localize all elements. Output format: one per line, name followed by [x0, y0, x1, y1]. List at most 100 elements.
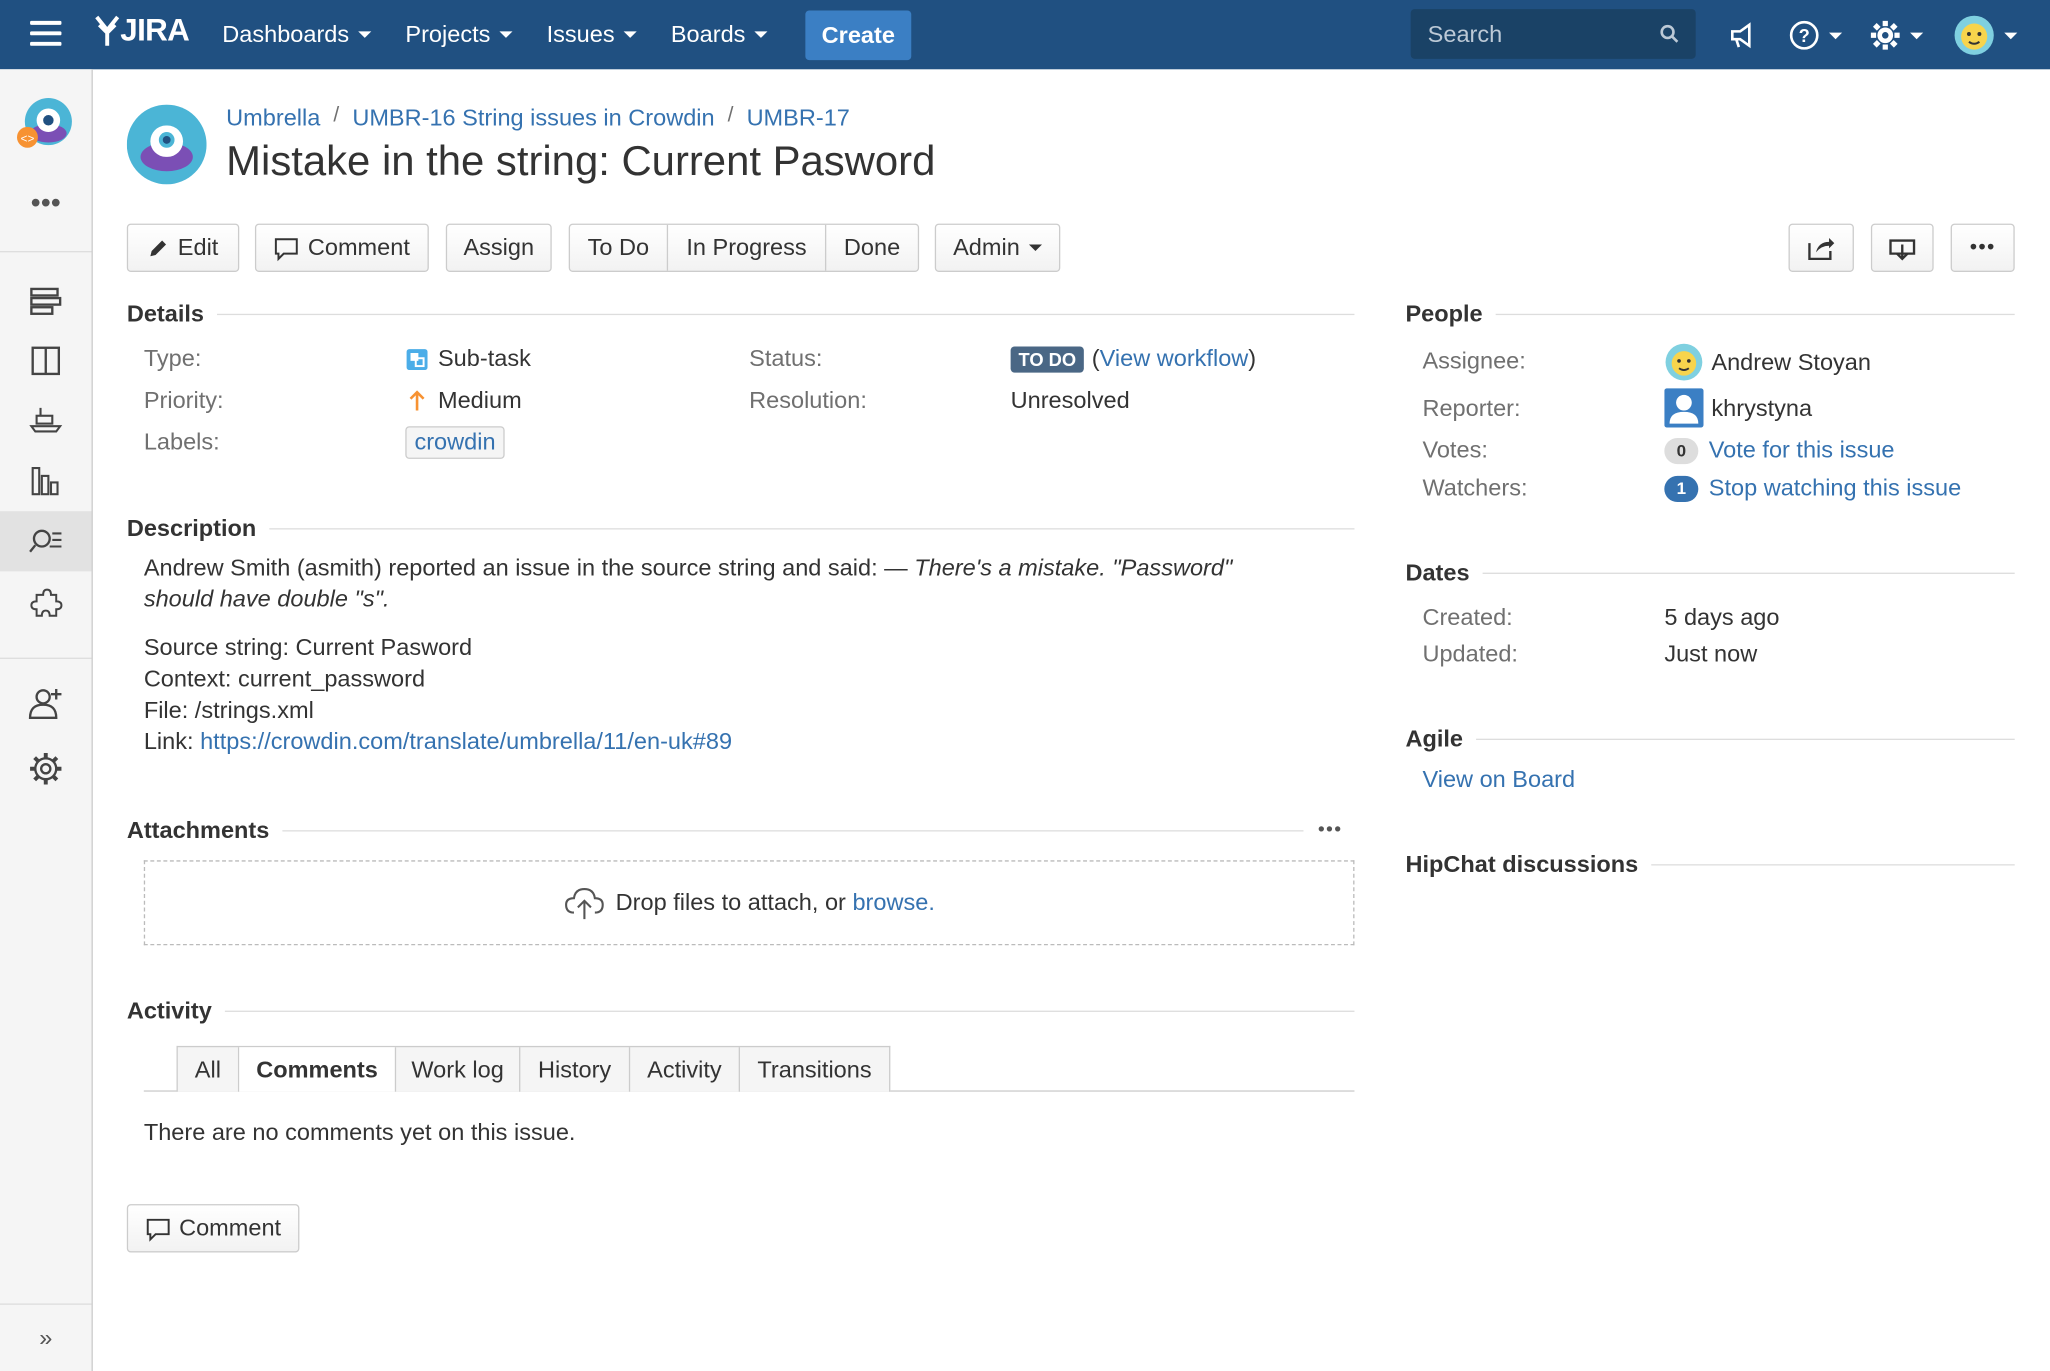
- menu-icon[interactable]: [30, 20, 62, 47]
- reporter-label: Reporter:: [1422, 394, 1521, 421]
- project-sidebar: <> ••• »: [0, 69, 93, 1371]
- tab-activity[interactable]: Activity: [630, 1047, 740, 1092]
- caret-down-icon: [499, 31, 513, 38]
- priority-value: Medium: [405, 387, 522, 414]
- search-input[interactable]: Search: [1410, 9, 1696, 59]
- hipchat-heading[interactable]: HipChat discussions: [1405, 851, 2015, 878]
- context: Context: current_password: [143, 665, 426, 692]
- more-icon[interactable]: •••: [0, 186, 92, 219]
- sidebar-item-reports[interactable]: [0, 459, 92, 503]
- settings-icon: [1870, 20, 1900, 50]
- sidebar-item-issues[interactable]: [0, 511, 92, 572]
- user-menu[interactable]: [1953, 10, 2018, 60]
- sidebar-project-avatar[interactable]: <>: [0, 93, 92, 156]
- vote-link[interactable]: Vote for this issue: [1709, 437, 1895, 464]
- add-ons-icon: [30, 588, 63, 617]
- edit-label: Edit: [177, 234, 219, 261]
- sidebar-item-add-ons[interactable]: [0, 582, 92, 626]
- sidebar-item-releases[interactable]: [0, 396, 92, 440]
- activity-heading[interactable]: Activity: [127, 998, 1355, 1025]
- description-text: Andrew Smith (asmith) reported an issue …: [143, 554, 915, 581]
- export-button[interactable]: [1870, 223, 1934, 272]
- expand-sidebar-icon[interactable]: »: [0, 1318, 92, 1357]
- created-label: Created:: [1422, 604, 1513, 631]
- more-icon: •••: [1969, 235, 1996, 259]
- section-title: Attachments: [126, 817, 270, 844]
- watchers-count: 1: [1664, 475, 1699, 502]
- view-on-board-link[interactable]: View on Board: [1422, 766, 1575, 793]
- attachments-heading[interactable]: Attachments: [127, 817, 1304, 844]
- avatar: [1664, 388, 1704, 428]
- details-heading[interactable]: Details: [127, 301, 1355, 328]
- labels-label: Labels:: [143, 428, 220, 455]
- assign-button[interactable]: Assign: [445, 223, 552, 272]
- tab-comments[interactable]: Comments: [239, 1047, 397, 1092]
- view-workflow-link[interactable]: View workflow: [1100, 345, 1249, 372]
- nav-dashboards[interactable]: Dashboards: [222, 21, 372, 48]
- create-button[interactable]: Create: [805, 10, 912, 61]
- label-tag[interactable]: crowdin: [405, 426, 505, 459]
- help-menu[interactable]: ?: [1789, 10, 1843, 60]
- reporter-value[interactable]: khrystyna: [1664, 388, 1812, 428]
- breadcrumb-issue-key[interactable]: UMBR-17: [747, 105, 850, 132]
- breadcrumb-separator: /: [727, 104, 734, 127]
- dates-heading[interactable]: Dates: [1405, 560, 2015, 587]
- votes-label: Votes:: [1422, 436, 1488, 463]
- project-avatar-icon: [126, 104, 207, 185]
- breadcrumb-project[interactable]: Umbrella: [226, 105, 320, 132]
- link-label: Link:: [143, 728, 194, 755]
- jira-logo[interactable]: JIRA: [94, 13, 190, 50]
- agile-heading[interactable]: Agile: [1405, 725, 2015, 753]
- crowdin-link[interactable]: https://crowdin.com/translate/umbrella/1…: [200, 728, 732, 754]
- section-title: Description: [126, 515, 257, 542]
- caret-down-icon: [1028, 244, 1043, 252]
- caret-down-icon: [754, 31, 768, 38]
- nav-issues[interactable]: Issues: [547, 21, 637, 48]
- page-title[interactable]: Mistake in the string: Current Pasword: [226, 137, 935, 185]
- status-value: TO DO (View workflow): [1010, 345, 1256, 372]
- attachments-more-icon[interactable]: •••: [1318, 818, 1343, 840]
- add-comment-button[interactable]: Comment: [126, 1204, 300, 1253]
- section-title: Agile: [1405, 725, 1464, 752]
- sidebar-item-backlog[interactable]: [0, 278, 92, 322]
- settings-menu[interactable]: [1870, 10, 1924, 60]
- done-button[interactable]: Done: [826, 225, 918, 271]
- tab-transitions[interactable]: Transitions: [740, 1047, 889, 1091]
- sidebar-item-board[interactable]: [0, 339, 92, 383]
- in-progress-button[interactable]: In Progress: [668, 224, 827, 271]
- tab-work-log[interactable]: Work log: [396, 1047, 521, 1092]
- project-avatar[interactable]: [126, 104, 207, 185]
- people-heading[interactable]: People: [1405, 301, 2015, 328]
- tab-history[interactable]: History: [520, 1047, 631, 1092]
- priority-medium-icon: [409, 389, 425, 410]
- nav-boards[interactable]: Boards: [671, 21, 768, 48]
- stop-watching-link[interactable]: Stop watching this issue: [1709, 475, 1961, 502]
- browse-link[interactable]: browse.: [852, 889, 934, 916]
- assignee-value[interactable]: Andrew Stoyan: [1664, 343, 1871, 382]
- share-button[interactable]: [1788, 223, 1854, 272]
- more-actions-button[interactable]: •••: [1950, 223, 2015, 272]
- nav-projects[interactable]: Projects: [405, 21, 513, 48]
- sidebar-item-add-people[interactable]: [0, 681, 92, 725]
- svg-text:?: ?: [1799, 25, 1810, 46]
- priority-label: Priority:: [143, 386, 224, 414]
- admin-dropdown[interactable]: Admin: [934, 223, 1061, 272]
- caret-down-icon: [623, 31, 637, 38]
- description-heading[interactable]: Description: [127, 515, 1355, 542]
- attachment-dropzone[interactable]: Drop files to attach, or browse.: [143, 860, 1355, 946]
- board-icon: [31, 346, 61, 376]
- upload-cloud-icon: [564, 887, 604, 919]
- comment-button[interactable]: Comment: [254, 223, 429, 272]
- description-line: Andrew Smith (asmith) reported an issue …: [144, 552, 1233, 583]
- export-icon: [1889, 238, 1916, 260]
- feedback-button[interactable]: [1728, 10, 1757, 60]
- subtask-icon: [406, 348, 428, 370]
- project-avatar-icon: <>: [16, 98, 72, 148]
- breadcrumb-parent-issue[interactable]: UMBR-16 String issues in Crowdin: [352, 105, 714, 132]
- jira-logo-icon: [95, 15, 120, 46]
- reports-icon: [31, 467, 59, 496]
- to-do-button[interactable]: To Do: [570, 224, 669, 271]
- sidebar-item-project-settings[interactable]: [0, 747, 92, 791]
- tab-all[interactable]: All: [178, 1047, 240, 1092]
- edit-button[interactable]: Edit: [126, 223, 240, 272]
